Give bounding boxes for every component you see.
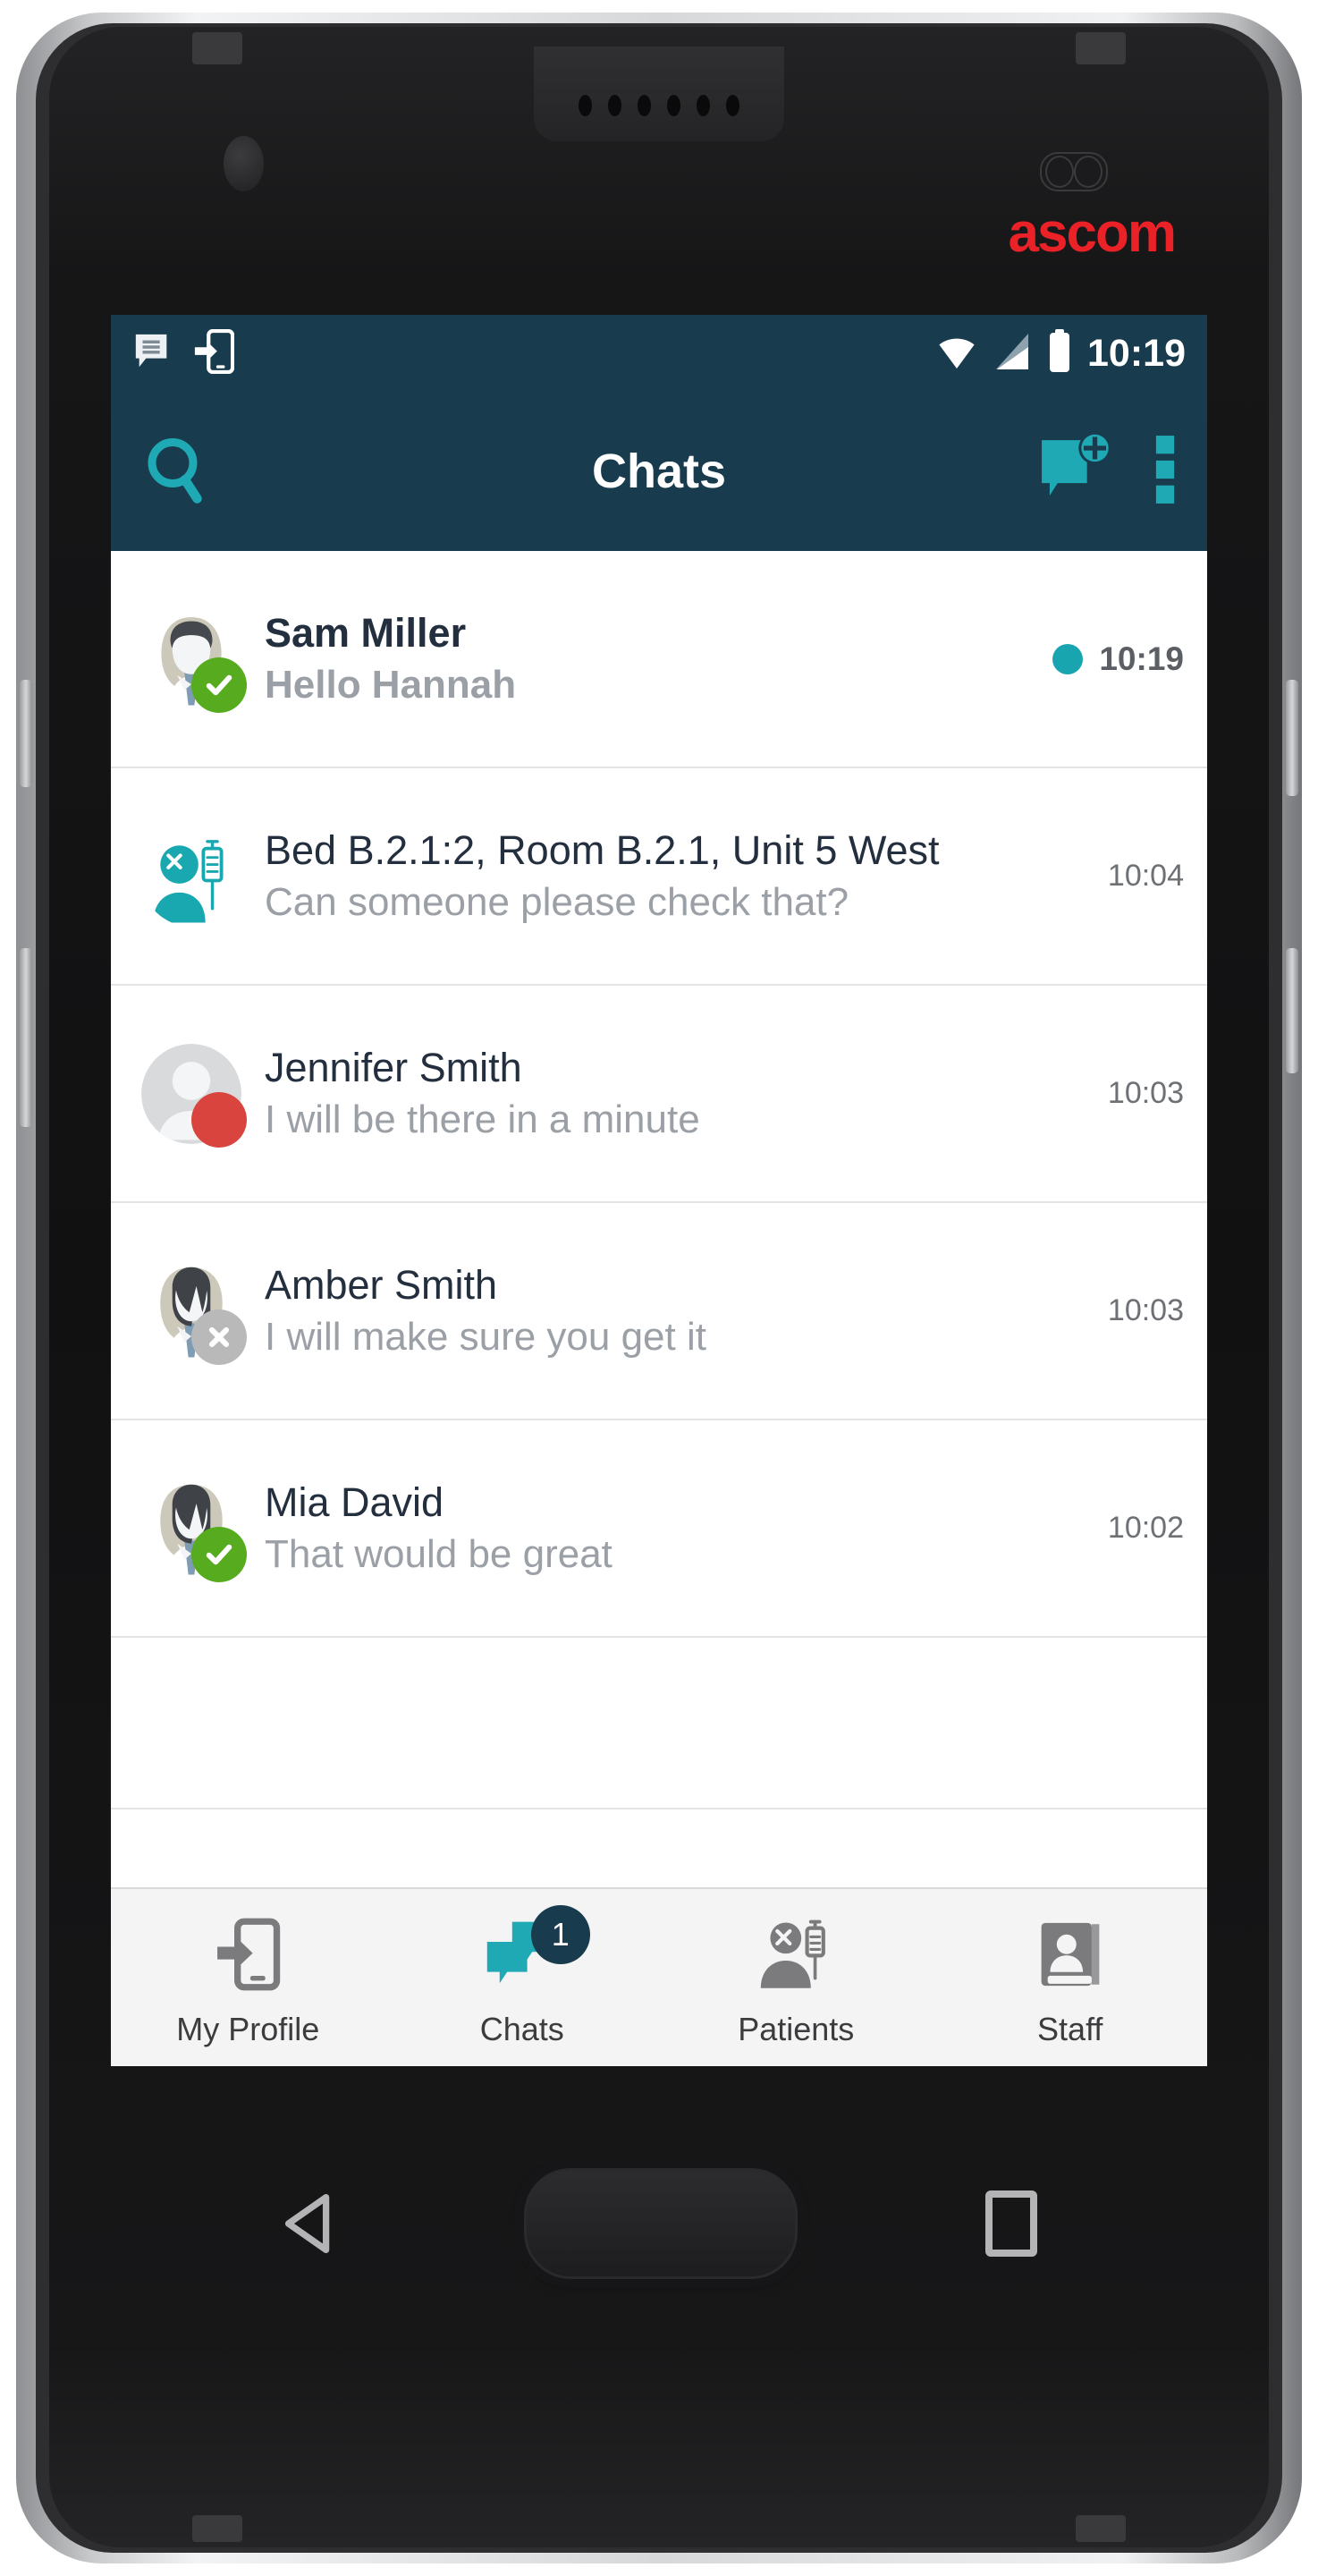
chat-list-empty-area bbox=[111, 1638, 1207, 1809]
brand-logo: ascom bbox=[1008, 202, 1177, 264]
status-bar-right-icons: 10:19 bbox=[935, 328, 1186, 378]
frame-clip-bottom-left bbox=[192, 2515, 242, 2542]
chat-item-name: Sam Miller bbox=[265, 609, 467, 656]
chat-item-time: 10:04 bbox=[1107, 859, 1184, 893]
frame-clip-top-right bbox=[1076, 32, 1126, 64]
staff-book-icon bbox=[1036, 1916, 1104, 1993]
chat-item-texts: Amber Smith I will make sure you get it bbox=[265, 1261, 1095, 1361]
avatar bbox=[141, 1478, 247, 1582]
bottom-navigation: My Profile 1 Chats Patients Staff bbox=[111, 1887, 1207, 2066]
cellular-signal-icon bbox=[993, 330, 1032, 377]
chat-item-meta: 10:02 bbox=[1108, 1511, 1184, 1546]
back-triangle-icon[interactable] bbox=[281, 2192, 336, 2255]
check-badge-icon bbox=[191, 657, 247, 713]
chat-item-texts: Sam Miller Hello Hannah bbox=[265, 609, 1040, 709]
chat-item-preview: I will be there in a minute bbox=[265, 1097, 700, 1141]
chat-item-texts: Jennifer Smith I will be there in a minu… bbox=[265, 1044, 1095, 1144]
battery-full-icon bbox=[1046, 328, 1073, 378]
status-bar-left-icons bbox=[132, 328, 235, 378]
chat-item-texts: Mia David That would be great bbox=[265, 1479, 1095, 1579]
nav-label: Patients bbox=[738, 2011, 855, 2047]
avatar bbox=[141, 608, 247, 713]
chat-item-preview: Hello Hannah bbox=[265, 662, 517, 707]
frame-clip-bottom-right bbox=[1076, 2515, 1126, 2542]
chat-item-meta: 10:19 bbox=[1052, 640, 1184, 678]
chats-bubbles-icon: 1 bbox=[485, 1905, 590, 1993]
phone-screen: 10:19 Chats Sam Miller Hello Hannah 10:1… bbox=[111, 315, 1207, 2066]
avatar bbox=[141, 826, 241, 927]
nav-item-my-profile[interactable]: My Profile bbox=[111, 1889, 385, 2066]
chat-item-time: 10:02 bbox=[1107, 1511, 1184, 1545]
profile-phone-icon bbox=[215, 1916, 281, 1993]
chat-item-name: Bed B.2.1:2, Room B.2.1, Unit 5 West bbox=[265, 826, 940, 873]
chat-list: Sam Miller Hello Hannah 10:19 Bed B.2.1:… bbox=[111, 551, 1207, 1809]
front-camera-icon bbox=[224, 136, 264, 191]
nav-item-staff[interactable]: Staff bbox=[934, 1889, 1208, 2066]
chat-list-item[interactable]: Bed B.2.1:2, Room B.2.1, Unit 5 West Can… bbox=[111, 768, 1207, 986]
chat-list-item[interactable]: Jennifer Smith I will be there in a minu… bbox=[111, 986, 1207, 1203]
chat-list-item[interactable]: Amber Smith I will make sure you get it … bbox=[111, 1203, 1207, 1420]
status-bar: 10:19 bbox=[111, 315, 1207, 392]
nav-item-chats[interactable]: 1 Chats bbox=[385, 1889, 660, 2066]
patients-iv-icon bbox=[758, 1916, 833, 1993]
frame-clip-top-left bbox=[192, 32, 242, 64]
chat-item-time: 10:03 bbox=[1107, 1076, 1184, 1110]
chat-item-texts: Bed B.2.1:2, Room B.2.1, Unit 5 West Can… bbox=[265, 826, 1095, 927]
chat-item-preview: That would be great bbox=[265, 1531, 613, 1576]
app-bar: Chats bbox=[111, 392, 1207, 551]
speaker-grille-icon bbox=[579, 95, 739, 116]
screenshot-root: ascom 10:19 Chats Sam Miller Hello Hanna… bbox=[0, 0, 1318, 2576]
volume-button[interactable] bbox=[20, 948, 32, 1127]
android-softkeys bbox=[111, 2089, 1207, 2358]
wifi-icon bbox=[935, 330, 978, 377]
avatar bbox=[141, 1260, 247, 1365]
side-button-left-top[interactable] bbox=[20, 680, 32, 787]
chat-item-name: Jennifer Smith bbox=[265, 1044, 522, 1090]
nav-item-patients[interactable]: Patients bbox=[659, 1889, 934, 2066]
unread-indicator-dot bbox=[1052, 643, 1084, 674]
patient-iv-icon bbox=[153, 839, 224, 923]
chat-list-item[interactable]: Sam Miller Hello Hannah 10:19 bbox=[111, 551, 1207, 768]
busy-badge-icon bbox=[191, 1091, 247, 1148]
nav-label: Staff bbox=[1037, 2011, 1103, 2047]
chat-item-meta: 10:04 bbox=[1108, 859, 1184, 894]
side-button-right-lower[interactable] bbox=[1286, 948, 1298, 1073]
cross-badge-icon bbox=[191, 1309, 247, 1365]
chat-item-time: 10:19 bbox=[1099, 640, 1184, 677]
check-badge-icon bbox=[191, 1526, 247, 1582]
chat-item-meta: 10:03 bbox=[1108, 1076, 1184, 1111]
chat-item-meta: 10:03 bbox=[1108, 1293, 1184, 1328]
app-bar-actions bbox=[1037, 431, 1177, 513]
home-button-icon[interactable] bbox=[524, 2168, 798, 2279]
chat-item-preview: I will make sure you get it bbox=[265, 1314, 706, 1359]
earpiece-speaker bbox=[534, 47, 784, 141]
power-button[interactable] bbox=[1286, 680, 1298, 796]
chat-item-time: 10:03 bbox=[1107, 1293, 1184, 1327]
chat-item-preview: Can someone please check that? bbox=[265, 879, 849, 924]
recents-square-icon[interactable] bbox=[985, 2190, 1037, 2257]
message-bubble-icon bbox=[132, 331, 173, 377]
overflow-menu-icon[interactable] bbox=[1153, 431, 1177, 513]
nav-label: My Profile bbox=[176, 2011, 320, 2047]
avatar bbox=[141, 1043, 247, 1148]
status-bar-clock: 10:19 bbox=[1087, 331, 1186, 375]
chats-unread-badge: 1 bbox=[530, 1905, 590, 1964]
new-chat-icon[interactable] bbox=[1037, 431, 1114, 513]
proximity-sensor-icon bbox=[1040, 152, 1108, 191]
chat-list-item[interactable]: Mia David That would be great 10:02 bbox=[111, 1420, 1207, 1638]
chat-item-name: Amber Smith bbox=[265, 1261, 498, 1308]
nav-label: Chats bbox=[479, 2011, 564, 2047]
phone-login-icon bbox=[193, 328, 235, 378]
chat-item-name: Mia David bbox=[265, 1479, 444, 1525]
search-icon[interactable] bbox=[141, 434, 213, 510]
